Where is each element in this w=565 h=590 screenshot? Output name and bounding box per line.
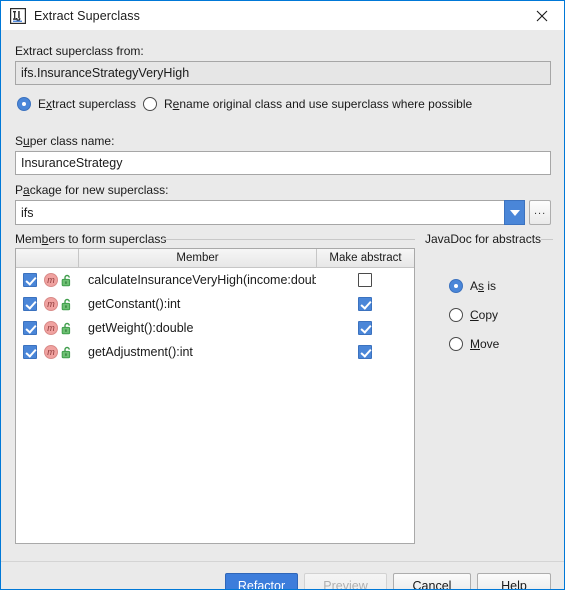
unlocked-public-icon — [61, 298, 73, 311]
row-select-checkbox[interactable] — [16, 273, 44, 287]
javadoc-move-indicator[interactable] — [449, 337, 463, 351]
checkbox-indicator[interactable] — [358, 297, 372, 311]
super-class-name-input[interactable]: InsuranceStrategy — [15, 151, 551, 175]
row-member-name: getWeight():double — [88, 321, 194, 335]
radio-rename-original-class-indicator[interactable] — [143, 97, 157, 111]
source-class-value: ifs.InsuranceStrategyVeryHigh — [21, 66, 190, 80]
checkbox-indicator[interactable] — [23, 297, 37, 311]
javadoc-move-label: Move — [470, 337, 500, 351]
window-title: Extract Superclass — [34, 8, 141, 23]
title-bar: Extract Superclass — [1, 1, 564, 30]
chevron-down-icon[interactable] — [504, 200, 526, 225]
close-icon[interactable] — [519, 1, 564, 30]
javadoc-group-divider — [541, 239, 553, 240]
unlocked-public-icon — [61, 274, 73, 287]
extract-superclass-dialog: Extract Superclass Extract superclass fr… — [0, 0, 565, 590]
intellij-idea-icon — [9, 7, 27, 24]
checkbox-indicator[interactable] — [23, 345, 37, 359]
super-class-name-value: InsuranceStrategy — [21, 156, 123, 170]
cancel-button[interactable]: Cancel — [393, 573, 471, 589]
javadoc-copy-label: Copy — [470, 308, 499, 322]
radio-extract-superclass-label: Extract superclass — [38, 97, 137, 111]
unlocked-public-icon — [61, 322, 73, 335]
radio-extract-superclass[interactable]: Extract superclass — [17, 97, 136, 111]
row-member-name: getAdjustment():int — [88, 345, 193, 359]
dialog-button-bar: Refactor Preview Cancel Help — [1, 561, 564, 589]
refactor-button[interactable]: Refactor — [225, 573, 298, 589]
javadoc-copy-radio[interactable]: Copy — [449, 308, 498, 322]
checkbox-indicator[interactable] — [358, 273, 372, 287]
members-group-divider — [161, 239, 415, 240]
method-icon: m — [44, 273, 58, 287]
table-row[interactable]: m getConstant():int — [16, 292, 414, 316]
package-combo-input[interactable]: ifs — [15, 200, 505, 225]
super-class-name-label: Super class name: — [15, 134, 115, 148]
javadoc-group-title: JavaDoc for abstracts — [425, 232, 542, 246]
row-member-name: getConstant():int — [88, 297, 181, 311]
row-select-checkbox[interactable] — [16, 321, 44, 335]
members-table-header: Member Make abstract — [16, 249, 414, 268]
source-label: Extract superclass from: — [15, 44, 144, 58]
row-make-abstract-checkbox[interactable] — [316, 345, 414, 359]
javadoc-as-is-label: As is — [470, 279, 497, 293]
row-select-checkbox[interactable] — [16, 345, 44, 359]
method-icon: m — [44, 345, 58, 359]
help-button[interactable]: Help — [477, 573, 551, 589]
radio-extract-superclass-indicator[interactable] — [17, 97, 31, 111]
checkbox-indicator[interactable] — [23, 321, 37, 335]
ellipsis-browse-icon[interactable]: ... — [529, 200, 551, 225]
row-select-checkbox[interactable] — [16, 297, 44, 311]
header-icons — [16, 249, 78, 267]
row-icons: m — [44, 297, 78, 311]
package-combo: ifs ... — [15, 200, 551, 225]
checkbox-indicator[interactable] — [358, 321, 372, 335]
row-make-abstract-checkbox[interactable] — [316, 321, 414, 335]
source-class-field: ifs.InsuranceStrategyVeryHigh — [15, 61, 551, 85]
radio-rename-original-class-label: Rename original class and use superclass… — [164, 97, 473, 111]
row-icons: m — [44, 345, 78, 359]
dialog-body: Extract superclass from: ifs.InsuranceSt… — [1, 30, 564, 589]
checkbox-indicator[interactable] — [358, 345, 372, 359]
table-row[interactable]: m getWeight():double — [16, 316, 414, 340]
javadoc-copy-indicator[interactable] — [449, 308, 463, 322]
row-make-abstract-checkbox[interactable] — [316, 297, 414, 311]
checkbox-indicator[interactable] — [23, 273, 37, 287]
row-make-abstract-checkbox[interactable] — [316, 273, 414, 287]
preview-button[interactable]: Preview — [304, 573, 387, 589]
row-icons: m — [44, 273, 78, 287]
javadoc-as-is-radio[interactable]: As is — [449, 279, 496, 293]
method-icon: m — [44, 297, 58, 311]
package-combo-value: ifs — [21, 205, 34, 220]
members-table-body: m calculateInsuranceVeryHigh(income:doubl… — [16, 268, 414, 364]
header-member: Member — [78, 249, 316, 267]
members-table[interactable]: Member Make abstract m calculateInsurance… — [15, 248, 415, 544]
package-label: Package for new superclass: — [15, 183, 169, 197]
unlocked-public-icon — [61, 346, 73, 359]
members-group-title: Members to form superclass — [15, 232, 167, 246]
row-member-name: calculateInsuranceVeryHigh(income:double — [88, 273, 316, 287]
table-row[interactable]: m calculateInsuranceVeryHigh(income:doubl… — [16, 268, 414, 292]
javadoc-move-radio[interactable]: Move — [449, 337, 499, 351]
javadoc-as-is-indicator[interactable] — [449, 279, 463, 293]
radio-rename-original-class[interactable]: Rename original class and use superclass… — [143, 97, 472, 111]
row-icons: m — [44, 321, 78, 335]
header-make-abstract: Make abstract — [316, 249, 414, 267]
table-row[interactable]: m getAdjustment():int — [16, 340, 414, 364]
method-icon: m — [44, 321, 58, 335]
